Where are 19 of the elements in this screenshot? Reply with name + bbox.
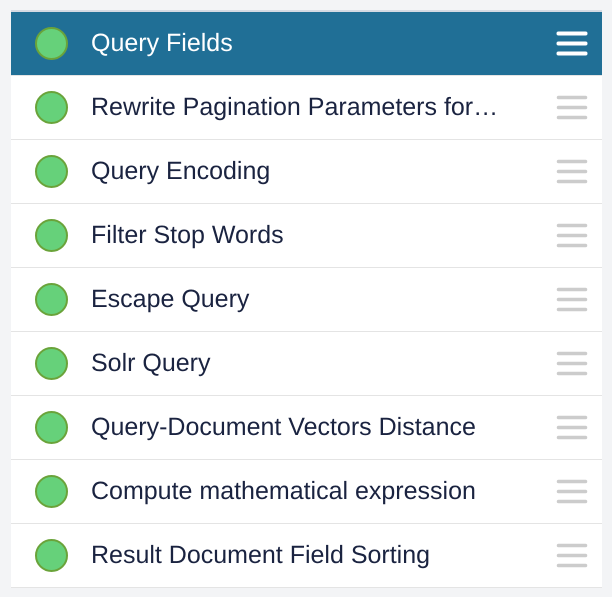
item-label: Query Encoding [91,157,272,186]
drag-handle-icon[interactable] [556,95,588,120]
item-label: Query Fields [91,29,234,58]
item-label: Filter Stop Words [91,221,285,250]
item-label: Rewrite Pagination Parameters for… [91,93,500,122]
drag-handle-icon[interactable] [556,223,588,248]
drag-handle-icon[interactable] [556,287,588,312]
drag-handle-icon[interactable] [556,479,588,504]
drag-handle-icon[interactable] [556,351,588,376]
drag-handle-icon[interactable] [556,159,588,184]
item-label: Escape Query [91,285,250,314]
item-label: Result Document Field Sorting [91,541,432,570]
list-item[interactable]: Query Fields [11,12,602,76]
item-label: Query-Document Vectors Distance [91,413,477,442]
item-label: Compute mathematical expression [91,477,477,506]
item-label: Solr Query [91,349,212,378]
drag-handle-icon[interactable] [556,543,588,568]
drag-handle-icon[interactable] [556,415,588,440]
drag-handle-icon[interactable] [556,31,588,56]
